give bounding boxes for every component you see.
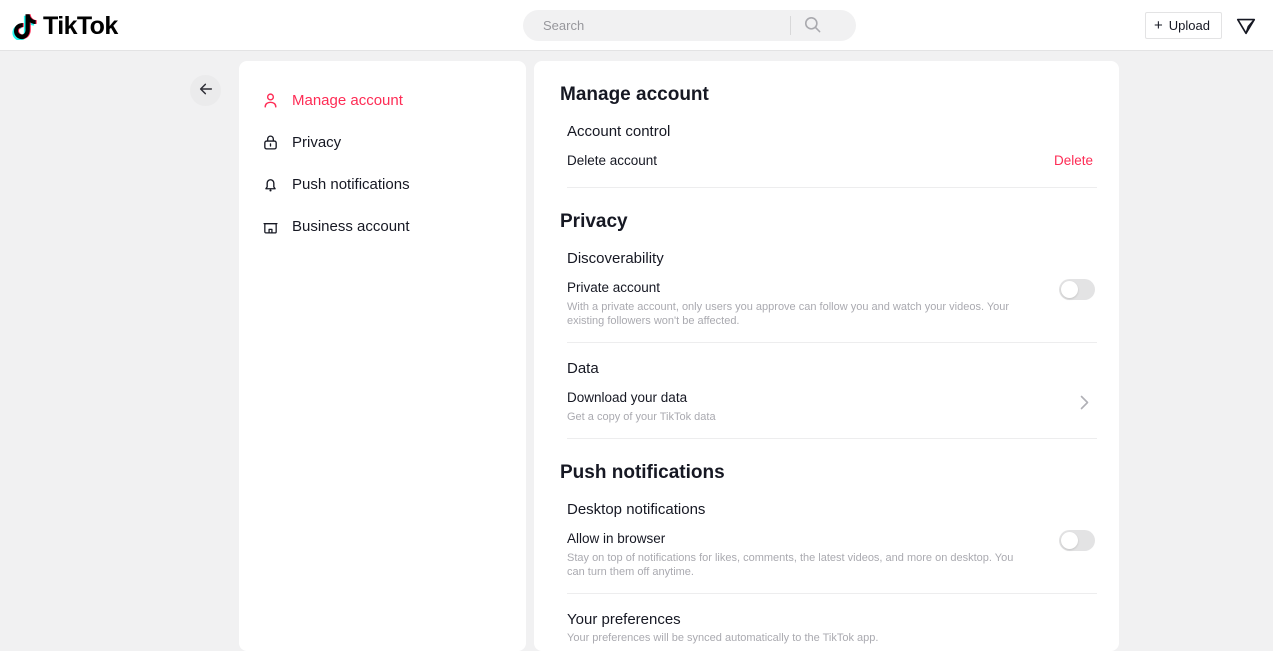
sidebar-item-privacy[interactable]: Privacy [239, 127, 526, 157]
sidebar-item-label: Business account [292, 217, 410, 235]
lock-icon [260, 132, 280, 152]
toggle-knob [1061, 532, 1078, 549]
download-data-description: Get a copy of your TikTok data [567, 411, 716, 423]
sidebar-item-label: Privacy [292, 133, 342, 151]
sidebar-item-label: Manage account [292, 91, 403, 109]
download-data-label: Download your data [567, 390, 688, 405]
tiktok-logo[interactable]: TikTok [12, 11, 118, 41]
section-title-push-notifications: Push notifications [560, 462, 725, 483]
subsection-account-control: Account control [567, 123, 671, 140]
person-icon [260, 90, 280, 110]
search-bar[interactable] [523, 10, 856, 41]
upload-button[interactable]: + Upload [1145, 12, 1222, 39]
subsection-discoverability: Discoverability [567, 250, 664, 267]
allow-in-browser-label: Allow in browser [567, 531, 666, 546]
top-header: TikTok + Upload [0, 0, 1273, 51]
row-delete-account: Delete account Delete [560, 151, 1097, 173]
sidebar-item-business-account[interactable]: Business account [239, 211, 526, 241]
upload-label: Upload [1168, 18, 1210, 33]
search-input[interactable] [523, 11, 788, 40]
row-download-your-data[interactable]: Download your data Get a copy of your Ti… [560, 388, 1097, 424]
subsection-desktop-notifications: Desktop notifications [567, 501, 706, 518]
subsection-data: Data [567, 360, 599, 377]
search-icon [803, 15, 822, 37]
private-account-toggle[interactable] [1059, 279, 1095, 300]
delete-account-action[interactable]: Delete [1054, 151, 1093, 170]
arrow-left-icon [198, 81, 214, 100]
allow-in-browser-description: Stay on top of notifications for likes, … [567, 552, 1014, 578]
back-button[interactable] [190, 75, 221, 106]
row-private-account: Private account With a private account, … [560, 278, 1097, 328]
tiktok-wordmark: TikTok [43, 12, 118, 40]
private-account-description: With a private account, only users you a… [567, 301, 1010, 327]
sidebar-item-push-notifications[interactable]: Push notifications [239, 169, 526, 199]
private-account-label: Private account [567, 280, 661, 295]
settings-content-panel: Manage account Account control Delete ac… [534, 61, 1119, 651]
allow-in-browser-toggle[interactable] [1059, 530, 1095, 551]
settings-side-menu: Manage account Privacy Push notification… [239, 61, 526, 651]
section-title-manage-account: Manage account [560, 84, 709, 105]
sidebar-item-manage-account[interactable]: Manage account [239, 85, 526, 115]
row-allow-in-browser: Allow in browser Stay on top of notifica… [560, 529, 1097, 579]
chevron-right-icon[interactable] [1080, 395, 1089, 414]
divider [567, 342, 1097, 343]
tiktok-note-icon [12, 12, 38, 41]
storefront-icon [260, 216, 280, 236]
toggle-knob [1061, 281, 1078, 298]
sidebar-item-label: Push notifications [292, 175, 410, 193]
delete-account-label: Delete account [567, 153, 658, 168]
paper-plane-icon[interactable] [1233, 13, 1259, 39]
search-button[interactable] [791, 10, 833, 41]
subsection-your-preferences: Your preferences [567, 611, 681, 628]
section-title-privacy: Privacy [560, 211, 628, 232]
divider [567, 593, 1097, 594]
your-preferences-note: Your preferences will be synced automati… [567, 632, 879, 644]
settings-page: Manage account Privacy Push notification… [0, 51, 1273, 651]
bell-icon [260, 174, 280, 194]
plus-icon: + [1154, 17, 1163, 34]
